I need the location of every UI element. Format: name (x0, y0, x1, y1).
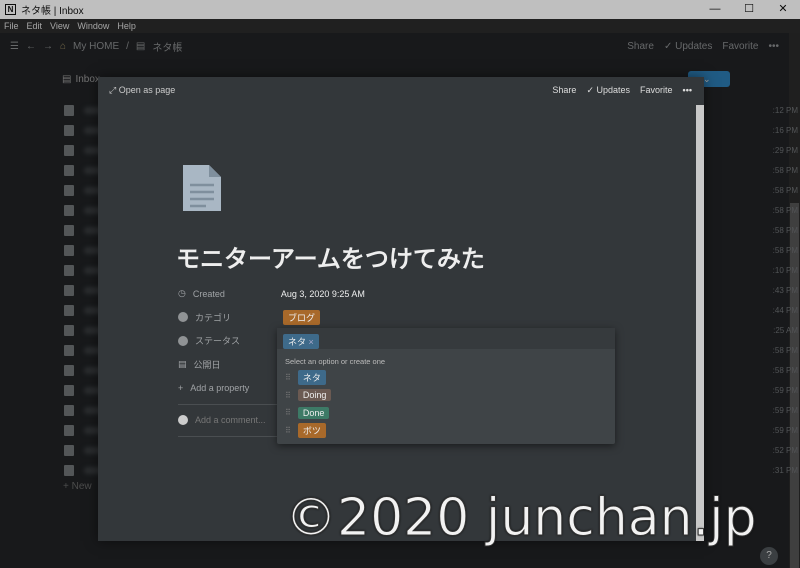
modal-share-button[interactable]: Share (552, 85, 576, 96)
property-category[interactable]: カテゴリ ブログ (178, 306, 365, 330)
category-tag[interactable]: ブログ (283, 309, 321, 325)
modal-favorite-button[interactable]: Favorite (640, 85, 673, 96)
option-item[interactable]: ⠿ ボツ (277, 422, 615, 440)
option-item[interactable]: ⠿ ネタ (277, 369, 615, 387)
add-comment-input[interactable]: Add a comment... (195, 415, 266, 425)
modal-scrollbar[interactable] (696, 105, 704, 541)
date-label: 公開日 (193, 359, 221, 370)
dropdown-hint: Select an option or create one (285, 357, 386, 366)
select-icon (178, 335, 188, 346)
status-select-dropdown: ネタ × Select an option or create one ⠿ ネタ ⠿… (277, 328, 615, 444)
category-label: カテゴリ (195, 312, 232, 323)
drag-handle-icon[interactable]: ⠿ (285, 426, 291, 435)
modal-updates-button[interactable]: ✓ Updates (586, 85, 630, 96)
option-item[interactable]: ⠿ Done (277, 404, 615, 422)
option-tag: Doing (297, 389, 332, 402)
document-icon[interactable] (181, 163, 223, 213)
selected-values[interactable]: ネタ × (277, 328, 615, 349)
add-property-label: Add a property (190, 382, 250, 393)
option-tag: ボツ (297, 422, 326, 438)
open-as-page-label: Open as page (118, 85, 176, 95)
option-item[interactable]: ⠿ Doing (277, 387, 615, 405)
divider (178, 436, 278, 437)
modal-more-button[interactable]: ••• (683, 85, 692, 96)
check-icon: ✓ (586, 85, 597, 95)
calendar-icon: ▤ (178, 358, 187, 369)
open-as-page-button[interactable]: ⤢ Open as page (109, 85, 175, 96)
avatar (178, 415, 188, 426)
page-title[interactable]: モニターアームをつけてみた (176, 239, 485, 274)
option-tag: ネタ (297, 370, 326, 386)
created-value: Aug 3, 2020 9:25 AM (280, 288, 365, 299)
property-created: ◷ Created Aug 3, 2020 9:25 AM (178, 282, 365, 306)
status-label: ステータス (195, 336, 241, 347)
selected-tag-label: ネタ (288, 337, 307, 347)
page-peek-modal: ⤢ Open as page Share ✓ Updates Favorite … (98, 77, 704, 541)
clock-icon: ◷ (178, 288, 186, 299)
select-icon (178, 312, 188, 323)
help-button[interactable]: ? (760, 547, 778, 565)
plus-icon: + (178, 382, 184, 393)
expand-icon: ⤢ (109, 85, 119, 95)
drag-handle-icon[interactable]: ⠿ (285, 373, 291, 382)
watermark: ©2020 junchan.jp (285, 488, 758, 549)
drag-handle-icon[interactable]: ⠿ (285, 391, 291, 400)
divider (178, 403, 278, 405)
selected-tag: ネタ × (283, 334, 319, 349)
created-label: Created (192, 288, 225, 299)
remove-tag-icon[interactable]: × (309, 337, 314, 347)
option-tag: Done (297, 406, 330, 419)
drag-handle-icon[interactable]: ⠿ (285, 408, 291, 417)
modal-updates-label: Updates (596, 85, 631, 95)
